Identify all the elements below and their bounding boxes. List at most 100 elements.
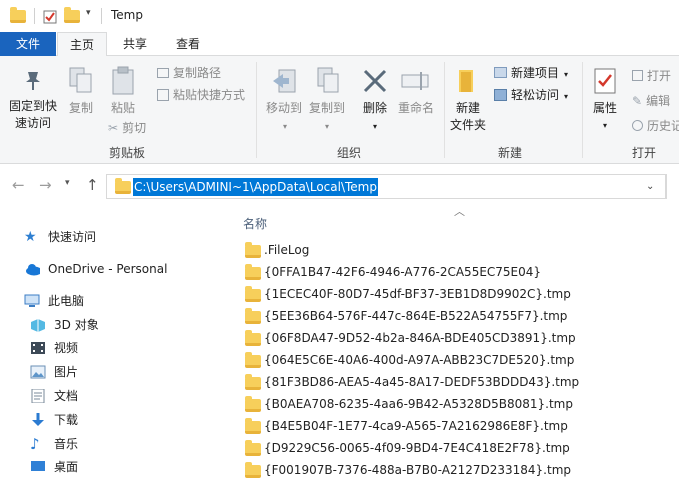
file-name: .FileLog <box>264 243 310 257</box>
list-item[interactable]: .FileLog <box>243 240 679 262</box>
move-to-dropdown-icon: ▾ <box>282 122 287 131</box>
properties-icon <box>594 68 616 94</box>
file-name: {064E5C6E-40A6-400d-A97A-ABB23C7DE520}.t… <box>264 353 575 367</box>
list-item[interactable]: {064E5C6E-40A6-400d-A97A-ABB23C7DE520}.t… <box>243 350 679 372</box>
easy-access-icon <box>494 89 507 101</box>
video-icon <box>31 342 45 354</box>
window-title: Temp <box>111 8 143 22</box>
paste-icon <box>112 66 134 95</box>
edit-label: 编辑 <box>646 94 671 108</box>
folder-icon <box>245 462 261 478</box>
recent-locations-icon[interactable]: ▾ <box>65 178 70 188</box>
tab-file[interactable]: 文件 <box>0 32 56 56</box>
group-label-open: 打开 <box>632 146 657 160</box>
history-icon <box>632 120 643 131</box>
cut-label: 剪切 <box>122 121 147 135</box>
folder-icon <box>245 242 261 258</box>
file-name: {0FFA1B47-42F6-4946-A776-2CA55EC75E04} <box>264 265 542 279</box>
customize-quick-access-icon[interactable]: ▾ <box>86 8 91 18</box>
folder-icon <box>245 308 261 324</box>
folder-icon <box>245 396 261 412</box>
sidebar-item-label: 桌面 <box>54 460 79 474</box>
3d-objects-icon <box>31 319 45 332</box>
properties-check-icon[interactable] <box>43 8 57 24</box>
tab-home[interactable]: 主页 <box>57 32 107 57</box>
music-icon: ♪ <box>30 435 40 453</box>
group-divider <box>256 62 257 158</box>
new-item-dropdown-icon: ▾ <box>564 70 569 79</box>
file-name: {5EE36B64-576F-447c-864E-B522A54755F7}.t… <box>264 309 568 323</box>
history-label: 历史记 <box>647 119 679 133</box>
file-name: {B4E5B04F-1E77-4ca9-A565-7A2162986E8F}.t… <box>264 419 568 433</box>
list-item[interactable]: {5EE36B64-576F-447c-864E-B522A54755F7}.t… <box>243 306 679 328</box>
easy-access-button[interactable]: 轻松访问 ▾ <box>494 87 568 105</box>
delete-label: 删除 <box>362 101 387 115</box>
sidebar-item-label: 文档 <box>54 389 79 403</box>
folder-icon <box>245 352 261 368</box>
rename-icon <box>401 72 429 90</box>
forward-arrow-icon[interactable]: → <box>39 176 52 194</box>
easy-access-label: 轻松访问 <box>511 88 560 102</box>
new-item-button[interactable]: 新建项目 ▾ <box>494 65 568 83</box>
new-folder-label: 新建 <box>455 101 480 115</box>
paste-label: 粘贴 <box>110 101 135 115</box>
file-name: {D9229C56-0065-4f09-9BD4-7E4C418E2F78}.t… <box>264 441 570 455</box>
file-name: {B0AEA708-6235-4aa6-9B42-A5328D5B8081}.t… <box>264 397 573 411</box>
new-folder-icon <box>459 70 473 92</box>
edit-icon: ✎ <box>632 94 643 108</box>
back-arrow-icon[interactable]: ← <box>12 176 25 194</box>
group-label-new: 新建 <box>498 146 523 160</box>
group-divider <box>444 62 445 158</box>
sidebar-item-label: 图片 <box>54 365 79 379</box>
list-item[interactable]: {B0AEA708-6235-4aa6-9B42-A5328D5B8081}.t… <box>243 394 679 416</box>
rename-label: 重命名 <box>397 101 434 115</box>
ribbon-tabs: 文件 主页 共享 查看 <box>0 32 679 57</box>
column-header-name[interactable]: 名称 <box>243 215 267 232</box>
new-folder-quick-icon[interactable] <box>64 7 80 23</box>
pictures-icon <box>30 365 46 379</box>
list-item[interactable]: {B4E5B04F-1E77-4ca9-A565-7A2162986E8F}.t… <box>243 416 679 438</box>
file-name: {F001907B-7376-488a-B7B0-A2127D233184}.t… <box>264 463 571 477</box>
folder-icon <box>10 7 26 23</box>
scissors-icon: ✂ <box>108 121 119 135</box>
tab-share[interactable]: 共享 <box>112 32 158 56</box>
list-item[interactable]: {0FFA1B47-42F6-4946-A776-2CA55EC75E04} <box>243 262 679 284</box>
pin-label: 固定到快 <box>8 99 57 113</box>
up-arrow-icon[interactable]: ↑ <box>86 176 99 194</box>
list-item[interactable]: {D9229C56-0065-4f09-9BD4-7E4C418E2F78}.t… <box>243 438 679 460</box>
copy-icon <box>69 67 92 93</box>
sort-ascending-icon: ︿ <box>454 205 465 218</box>
open-label: 打开 <box>647 69 672 83</box>
sidebar-item-label: 快速访问 <box>48 230 97 244</box>
edit-button[interactable]: ✎ 编辑 <box>632 93 670 109</box>
sidebar-item-label: 3D 对象 <box>54 318 99 332</box>
pin-icon <box>26 72 40 90</box>
folder-icon <box>245 264 261 280</box>
pin-label-2: 速访问 <box>14 116 51 130</box>
sidebar-item-label: 视频 <box>54 341 79 355</box>
copy-path-button[interactable]: 复制路径 <box>157 65 221 81</box>
folder-icon <box>245 374 261 390</box>
ribbon: 固定到快 速访问 复制 粘贴 复制路径 粘贴快捷方式 ✂ 剪切 剪贴板 移动到 ▾ <box>0 56 679 164</box>
list-item[interactable]: {F001907B-7376-488a-B7B0-A2127D233184}.t… <box>243 460 679 482</box>
tab-view[interactable]: 查看 <box>165 32 211 56</box>
list-item[interactable]: {1ECEC40F-80D7-45df-BF37-3EB1D8D9902C}.t… <box>243 284 679 306</box>
address-path[interactable]: C:\Users\ADMINI~1\AppData\Local\Temp <box>133 178 378 196</box>
sidebar-item-label: 此电脑 <box>48 294 85 308</box>
address-bar[interactable]: C:\Users\ADMINI~1\AppData\Local\Temp ⌄ <box>106 174 666 199</box>
address-dropdown-icon[interactable]: ⌄ <box>646 181 654 192</box>
list-item[interactable]: {06F8DA47-9D52-4b2a-846A-BDE405CD3891}.t… <box>243 328 679 350</box>
paste-shortcut-button[interactable]: 粘贴快捷方式 <box>157 87 245 103</box>
folder-icon <box>245 418 261 434</box>
star-icon: ★ <box>24 229 37 245</box>
cut-button[interactable]: ✂ 剪切 <box>108 120 146 136</box>
list-item[interactable]: {81F3BD86-AEA5-4a45-8A17-DEDF53BDDD43}.t… <box>243 372 679 394</box>
open-button[interactable]: 打开 <box>632 68 671 84</box>
copy-path-icon <box>157 68 169 78</box>
cloud-icon <box>26 264 40 276</box>
computer-icon <box>24 294 40 307</box>
copy-to-icon <box>317 67 339 93</box>
group-label-organize: 组织 <box>337 146 362 160</box>
file-name: {06F8DA47-9D52-4b2a-846A-BDE405CD3891}.t… <box>264 331 576 345</box>
history-button[interactable]: 历史记 <box>632 118 679 134</box>
